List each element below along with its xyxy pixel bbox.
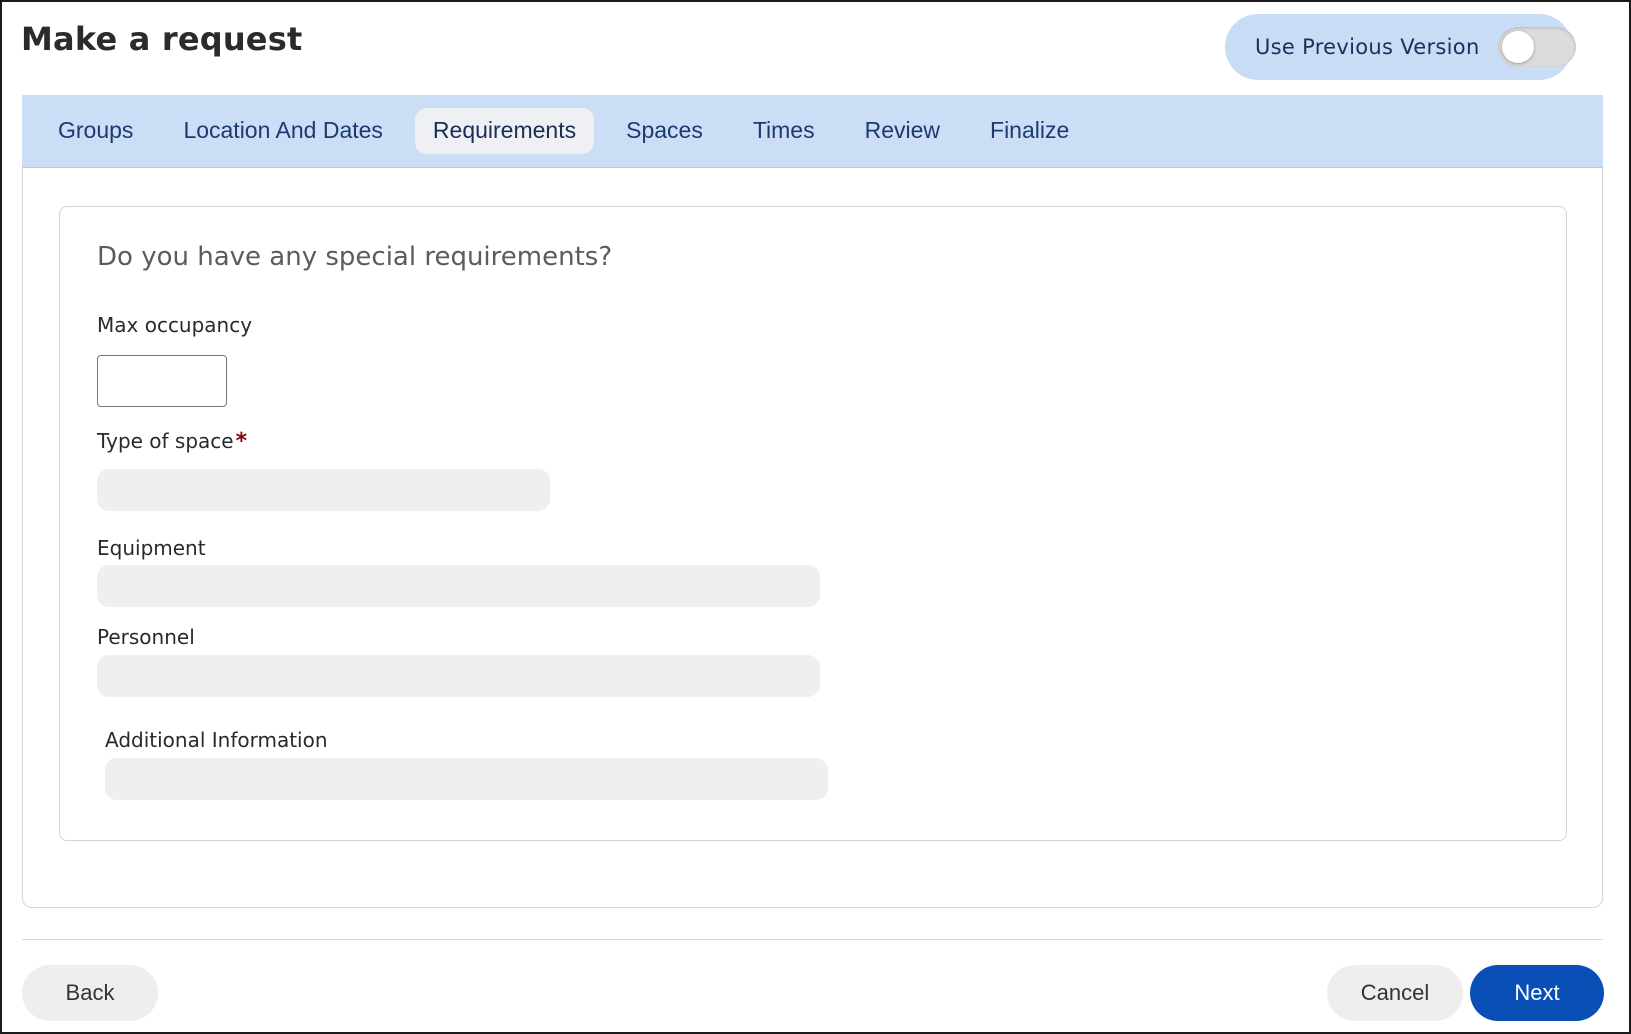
use-previous-version-label: Use Previous Version [1255, 35, 1480, 59]
switch-knob [1502, 31, 1534, 63]
tab-review[interactable]: Review [847, 108, 958, 154]
equipment-select[interactable] [97, 565, 820, 607]
use-previous-version-switch[interactable] [1498, 27, 1576, 67]
personnel-label: Personnel [97, 625, 195, 649]
additional-information-label: Additional Information [105, 728, 328, 752]
type-of-space-label-row: Type of space* [97, 429, 247, 454]
next-button[interactable]: Next [1470, 965, 1604, 1021]
tab-location-and-dates[interactable]: Location And Dates [165, 108, 400, 154]
wizard-tab-bar: Groups Location And Dates Requirements S… [22, 95, 1603, 168]
requirements-card: Do you have any special requirements? Ma… [59, 206, 1567, 841]
footer-divider [22, 939, 1603, 940]
page-frame: Make a request Use Previous Version Grou… [0, 0, 1631, 1034]
max-occupancy-label: Max occupancy [97, 313, 253, 337]
tab-times[interactable]: Times [735, 108, 833, 154]
tab-finalize[interactable]: Finalize [972, 108, 1087, 154]
cancel-button[interactable]: Cancel [1327, 965, 1463, 1021]
type-of-space-label: Type of space [97, 429, 234, 453]
tab-requirements[interactable]: Requirements [414, 108, 595, 154]
equipment-label: Equipment [97, 536, 206, 560]
requirements-heading: Do you have any special requirements? [97, 242, 613, 272]
page-title: Make a request [21, 20, 303, 58]
tab-spaces[interactable]: Spaces [608, 108, 721, 154]
required-asterisk: * [235, 429, 248, 454]
back-button[interactable]: Back [22, 965, 158, 1021]
max-occupancy-input[interactable] [97, 355, 227, 407]
additional-information-field[interactable] [105, 758, 828, 800]
personnel-select[interactable] [97, 655, 820, 697]
type-of-space-select[interactable] [97, 469, 550, 511]
tab-groups[interactable]: Groups [40, 108, 151, 154]
use-previous-version-toggle-container[interactable]: Use Previous Version [1225, 14, 1576, 80]
